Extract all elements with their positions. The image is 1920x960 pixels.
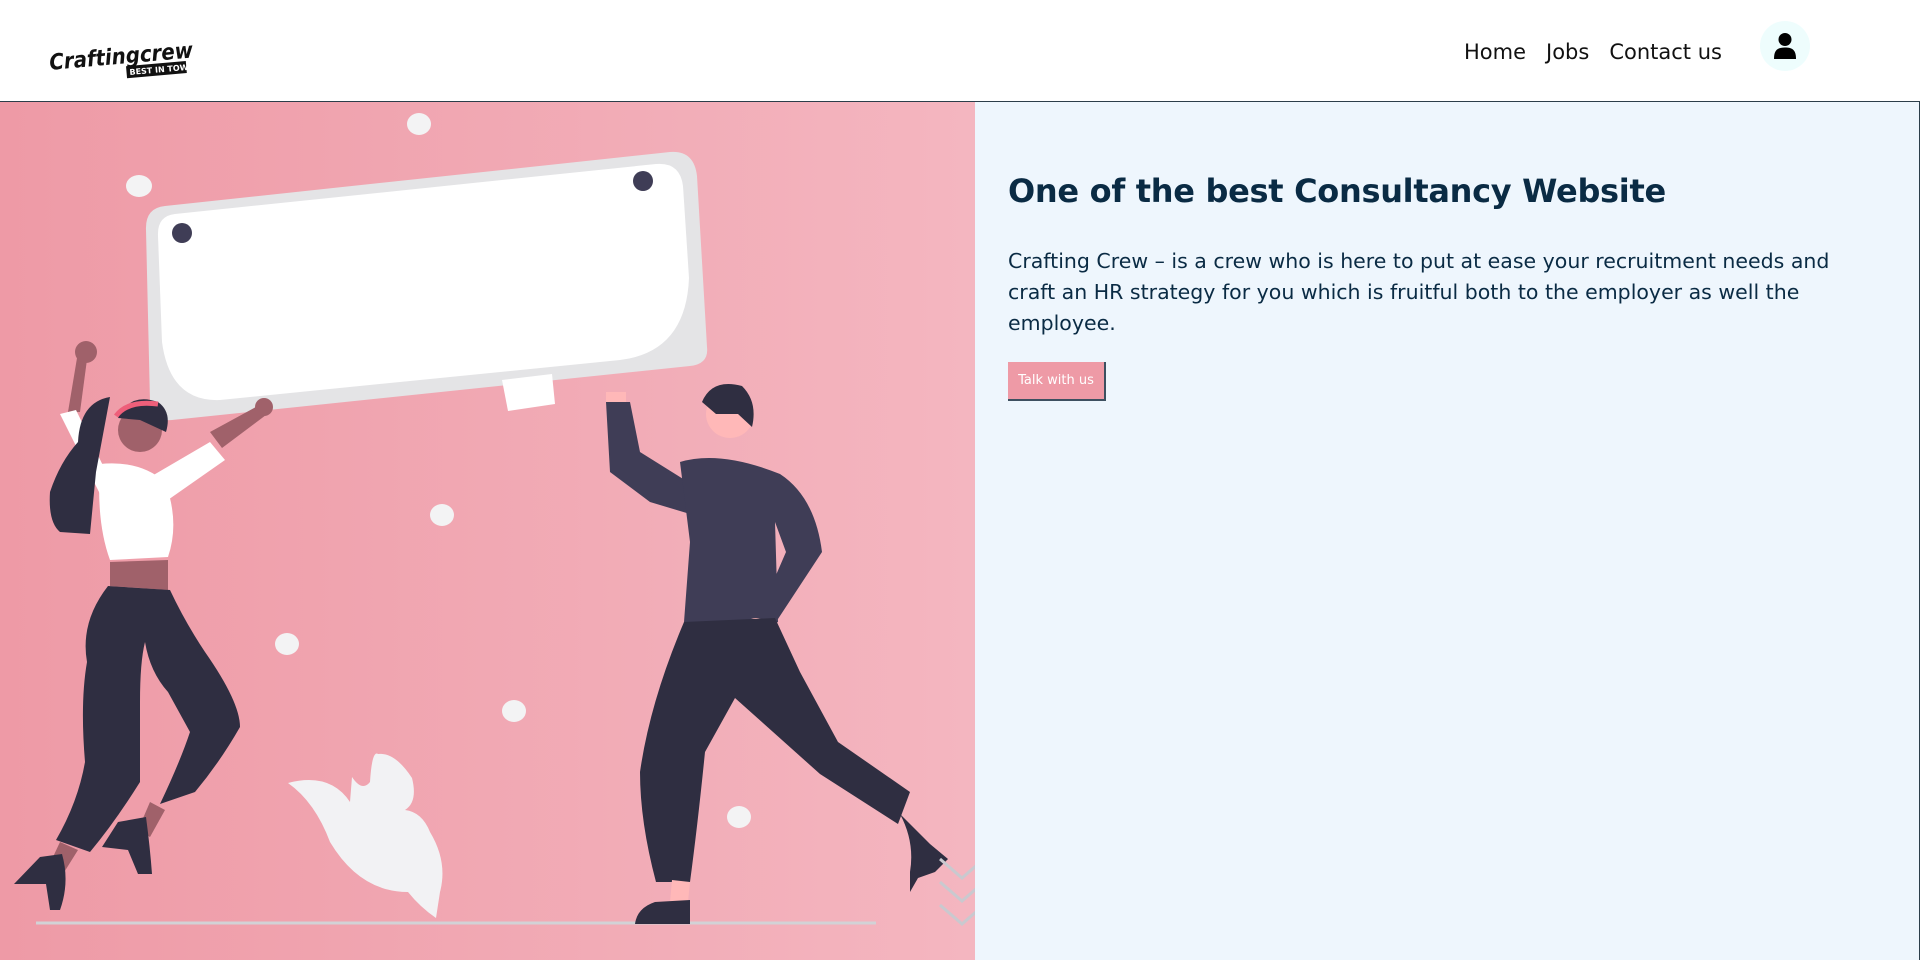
woman-figure (14, 341, 273, 910)
hero-description: Crafting Crew – is a crew who is here to… (1008, 249, 1830, 335)
top-navbar: Craftingcrew BEST IN TOWN! Home Jobs Con… (0, 0, 1920, 102)
hero-illustration-panel (0, 102, 975, 960)
hero-title: One of the best Consultancy Website (1008, 172, 1666, 210)
crafting-crew-logo[interactable]: Craftingcrew BEST IN TOWN! (47, 30, 199, 80)
plant-decoration (288, 753, 443, 918)
blank-sign (145, 151, 708, 421)
celebrating-people-illustration (14, 113, 975, 926)
nav-home-link[interactable]: Home (1464, 40, 1526, 64)
logo-graphic: Craftingcrew BEST IN TOWN! (48, 38, 199, 79)
profile-button[interactable] (1760, 21, 1810, 71)
chevron-down-icon[interactable] (939, 857, 975, 926)
user-icon (1774, 33, 1796, 59)
man-figure (606, 384, 948, 924)
nav-jobs-link[interactable]: Jobs (1546, 40, 1589, 64)
nav-contact-link[interactable]: Contact us (1609, 40, 1722, 64)
talk-with-us-button[interactable]: Talk with us (1008, 362, 1106, 401)
hero-content-panel: One of the best Consultancy Website Craf… (975, 102, 1920, 960)
main-nav: Home Jobs Contact us (1464, 40, 1742, 64)
